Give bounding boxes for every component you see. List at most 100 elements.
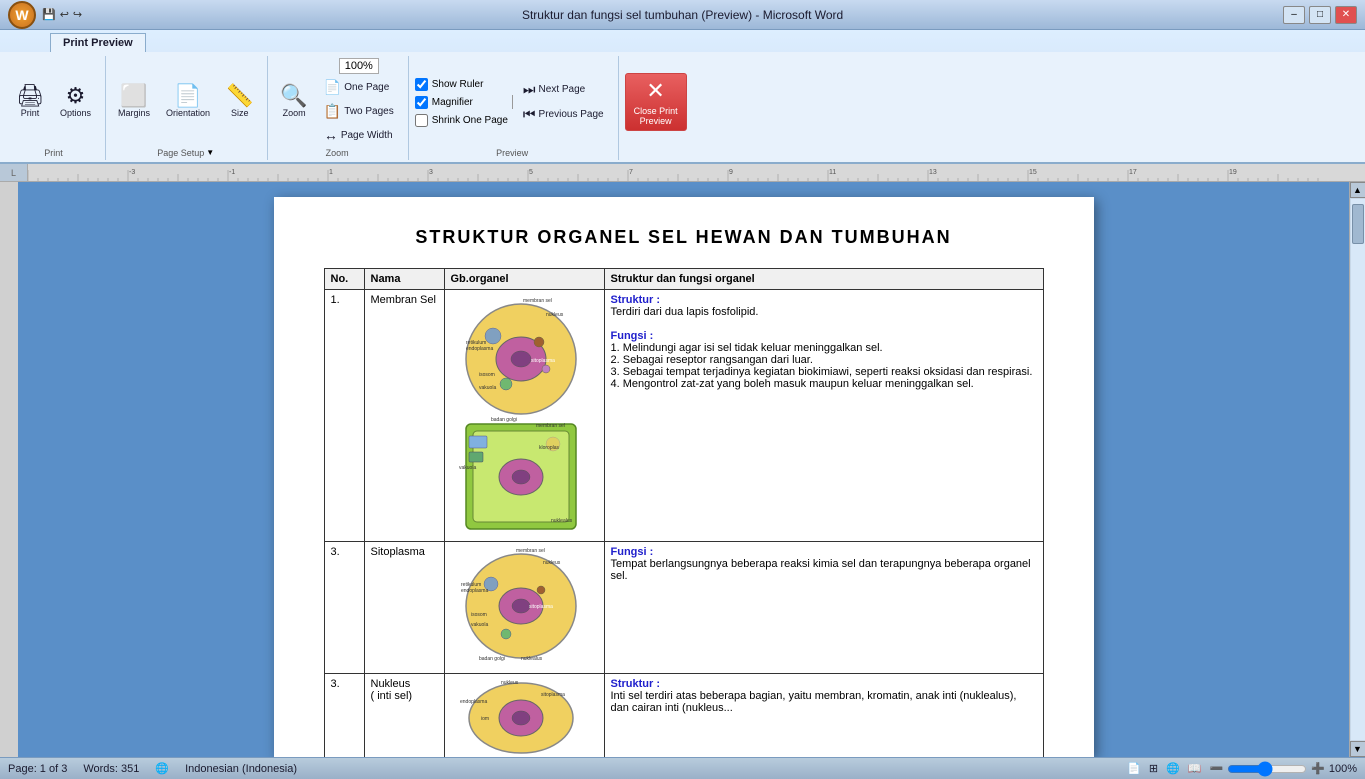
ruler-container: L -3-1135791113151719 <box>0 164 1365 182</box>
sitoplasma-image: membran sel nukleus retikulum endoplasma… <box>451 546 591 666</box>
ribbon-group-page-setup: ⬜ Margins 📄 Orientation 📏 Size Page Setu… <box>108 56 268 160</box>
word-count: Words: 351 <box>83 763 139 775</box>
svg-text:sitoplasma: sitoplasma <box>531 358 555 364</box>
size-button[interactable]: 📏 Size <box>220 81 259 123</box>
svg-text:nukleus: nukleus <box>501 680 519 686</box>
svg-text:membran sel: membran sel <box>516 548 545 554</box>
options-icon: ⚙ <box>66 85 86 107</box>
page-setup-items: ⬜ Margins 📄 Orientation 📏 Size <box>112 58 259 146</box>
two-pages-button[interactable]: 📋 Two Pages <box>318 100 400 123</box>
next-page-button[interactable]: ⏭ Next Page <box>517 78 610 101</box>
svg-text:kloroplas: kloroplas <box>539 445 560 451</box>
row3-no: 3. <box>324 674 364 758</box>
close-preview-icon: ✕ <box>646 78 664 104</box>
orientation-button[interactable]: 📄 Orientation <box>160 81 216 123</box>
zoom-button[interactable]: 🔍 Zoom <box>274 81 313 123</box>
show-ruler-label: Show Ruler <box>432 79 484 90</box>
margins-button[interactable]: ⬜ Margins <box>112 81 156 123</box>
svg-text:endoplasma: endoplasma <box>466 346 493 352</box>
membran-sel-image: membran sel nukleus retikulum endoplasma… <box>451 294 591 534</box>
zoom-input[interactable] <box>339 58 379 74</box>
magnifier-checkbox-label[interactable]: Magnifier <box>415 95 508 110</box>
struktur-label-1: Struktur : <box>611 294 661 306</box>
zoom-label: Zoom <box>283 109 306 119</box>
svg-text:-3: -3 <box>129 169 135 176</box>
view-web-icon[interactable]: 🌐 <box>1166 762 1180 775</box>
ribbon-content: 🖨 Print ⚙ Options Print ⬜ Margins 📄 Or <box>0 52 1365 162</box>
page-setup-group-label: Page Setup <box>157 148 204 158</box>
svg-text:isosom: isosom <box>471 612 487 618</box>
prev-page-icon: ⏮ <box>523 106 536 123</box>
shrink-one-page-checkbox-label[interactable]: Shrink One Page <box>415 113 508 128</box>
ribbon-group-preview: Show Ruler Magnifier Shrink One Page ⏭ <box>411 56 619 160</box>
magnifier-checkbox[interactable] <box>415 96 428 109</box>
save-icon[interactable]: 💾 <box>42 8 56 21</box>
fungsi-label-1: Fungsi : <box>611 330 654 342</box>
document-table: No. Nama Gb.organel Struktur dan fungsi … <box>324 268 1044 757</box>
previous-page-button[interactable]: ⏮ Previous Page <box>517 103 610 126</box>
svg-text:3: 3 <box>429 169 433 176</box>
print-icon: 🖨 <box>16 85 44 107</box>
row1-gb: membran sel nukleus retikulum endoplasma… <box>444 290 604 542</box>
scroll-up-button[interactable]: ▲ <box>1350 182 1365 198</box>
show-ruler-checkbox-label[interactable]: Show Ruler <box>415 77 508 92</box>
margins-icon: ⬜ <box>120 85 147 107</box>
ribbon-tab-bar: Print Preview <box>0 30 1365 52</box>
svg-text:11: 11 <box>829 169 836 176</box>
ribbon: Print Preview 🖨 Print ⚙ Options Print ⬜ <box>0 30 1365 164</box>
show-ruler-checkbox[interactable] <box>415 78 428 91</box>
restore-button[interactable]: □ <box>1309 6 1331 24</box>
close-print-preview-button[interactable]: ✕ Close PrintPreview <box>625 73 687 131</box>
zoom-slider[interactable] <box>1227 761 1307 777</box>
options-button[interactable]: ⚙ Options <box>54 81 97 123</box>
one-page-icon: 📄 <box>324 79 341 96</box>
previous-page-label: Previous Page <box>539 109 604 120</box>
row1-no: 1. <box>324 290 364 542</box>
one-page-label: One Page <box>344 82 389 93</box>
svg-text:nuklealus: nuklealus <box>551 518 573 524</box>
row3-nama: Nukleus( inti sel) <box>364 674 444 758</box>
undo-icon[interactable]: ↩ <box>60 8 69 21</box>
scroll-thumb[interactable] <box>1352 204 1364 244</box>
row2-gb: membran sel nukleus retikulum endoplasma… <box>444 542 604 674</box>
svg-text:5: 5 <box>529 169 533 176</box>
zoom-in-button[interactable]: ➕ <box>1311 762 1325 775</box>
ribbon-group-close: ✕ Close PrintPreview <box>621 56 695 160</box>
margins-label: Margins <box>118 109 150 119</box>
row2-fungsi: Fungsi : Tempat berlangsungnya beberapa … <box>604 542 1043 674</box>
v-ruler-svg <box>0 182 18 757</box>
zoom-out-button[interactable]: ➖ <box>1209 762 1223 775</box>
quick-access: 💾 ↩ ↪ <box>42 8 82 21</box>
minimize-button[interactable]: – <box>1283 6 1305 24</box>
title-bar: W 💾 ↩ ↪ Struktur dan fungsi sel tumbuhan… <box>0 0 1365 30</box>
svg-text:endoplasma: endoplasma <box>461 588 488 594</box>
page-nav-group: ⏭ Next Page ⏮ Previous Page <box>517 78 610 126</box>
title-controls: – □ ✕ <box>1283 6 1357 24</box>
svg-text:nukleus: nukleus <box>546 312 564 318</box>
preview-group-label: Preview <box>496 148 528 158</box>
page-area[interactable]: STRUKTUR ORGANEL SEL HEWAN DAN TUMBUHAN … <box>18 182 1349 757</box>
zoom-group-label: Zoom <box>326 148 349 158</box>
print-button[interactable]: 🖨 Print <box>10 81 50 123</box>
tab-print-preview[interactable]: Print Preview <box>50 33 146 52</box>
scroll-down-button[interactable]: ▼ <box>1350 741 1365 757</box>
table-header-gb: Gb.organel <box>444 269 604 290</box>
struktur-label-3: Struktur : <box>611 678 661 690</box>
scroll-track[interactable] <box>1351 199 1365 740</box>
view-layout-icon[interactable]: ⊞ <box>1149 762 1158 775</box>
redo-icon[interactable]: ↪ <box>73 8 82 21</box>
close-button[interactable]: ✕ <box>1335 6 1357 24</box>
vertical-scrollbar[interactable]: ▲ ▼ <box>1349 182 1365 757</box>
zoom-value-area: 📄 One Page 📋 Two Pages ↔ Page Width <box>318 58 400 146</box>
row1-nama: Membran Sel <box>364 290 444 542</box>
zoom-percent-label: 100% <box>1329 763 1357 775</box>
svg-text:17: 17 <box>1129 169 1137 176</box>
table-row: 3. Nukleus( inti sel) nukleus endoplasma… <box>324 674 1043 758</box>
view-normal-icon[interactable]: 📄 <box>1127 762 1141 775</box>
shrink-one-page-checkbox[interactable] <box>415 114 428 127</box>
two-pages-icon: 📋 <box>324 103 341 120</box>
one-page-button[interactable]: 📄 One Page <box>318 76 400 99</box>
page-setup-expand-icon[interactable]: ▼ <box>206 148 214 157</box>
view-read-icon[interactable]: 📖 <box>1188 762 1202 775</box>
page-width-button[interactable]: ↔ Page Width <box>318 124 400 146</box>
